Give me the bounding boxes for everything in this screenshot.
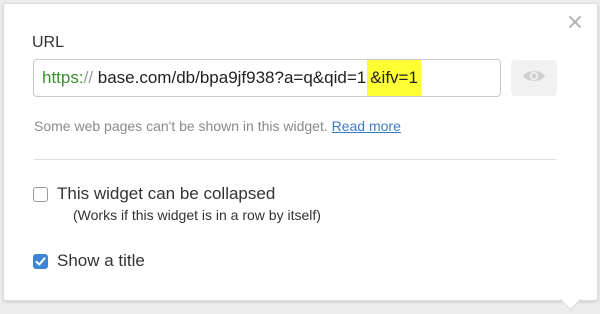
close-icon[interactable]	[567, 14, 583, 30]
show-title-option[interactable]: Show a title	[33, 251, 145, 271]
preview-button[interactable]	[511, 60, 557, 96]
collapsible-hint: (Works if this widget is in a row by its…	[73, 207, 321, 223]
widget-settings-panel: URL https:// base.com/db/bpa9jf938?a=q&q…	[3, 3, 598, 301]
show-title-label: Show a title	[57, 251, 145, 270]
collapsible-label: This widget can be collapsed	[57, 184, 276, 203]
embed-note-text: Some web pages can't be shown in this wi…	[34, 118, 328, 134]
eye-icon	[522, 68, 546, 89]
url-protocol: https:	[42, 68, 84, 87]
url-input[interactable]: https:// base.com/db/bpa9jf938?a=q&qid=1…	[33, 59, 501, 97]
divider	[34, 159, 556, 160]
collapsible-option[interactable]: This widget can be collapsed	[33, 184, 275, 204]
url-label: URL	[32, 34, 65, 51]
checkmark-icon	[35, 256, 46, 265]
url-slashes: //	[83, 68, 94, 87]
read-more-link[interactable]: Read more	[332, 118, 401, 134]
show-title-checkbox[interactable]	[33, 253, 48, 269]
url-body: base.com/db/bpa9jf938?a=q&qid=1	[93, 68, 367, 87]
url-highlighted-param: &ifv=1	[367, 60, 421, 96]
collapsible-checkbox[interactable]	[33, 186, 48, 202]
embed-note: Some web pages can't be shown in this wi…	[34, 118, 401, 134]
